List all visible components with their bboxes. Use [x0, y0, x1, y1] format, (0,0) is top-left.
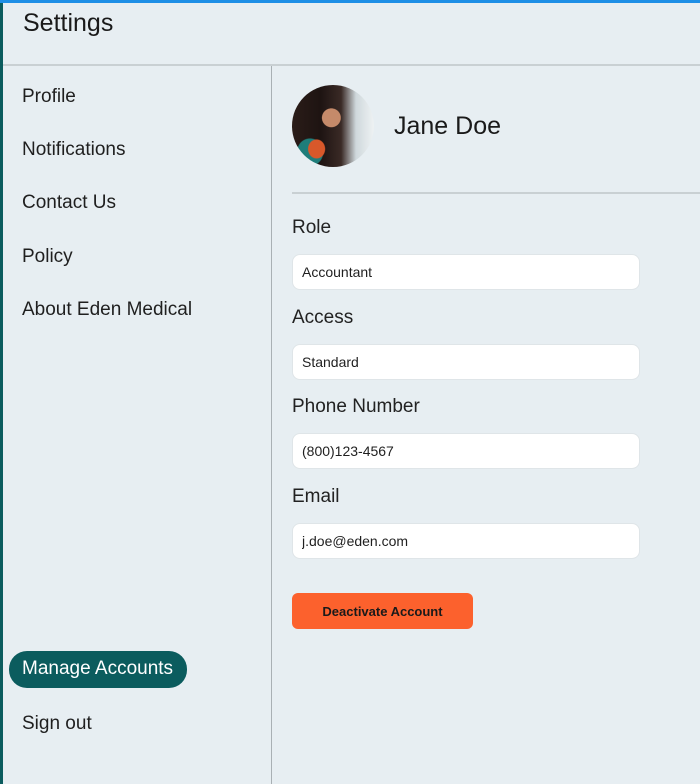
settings-sidebar: Profile Notifications Contact Us Policy …	[3, 66, 271, 784]
settings-header: Settings	[3, 3, 700, 64]
account-details-panel: Jane Doe Role Access Phone Number Email …	[272, 66, 700, 784]
avatar	[292, 85, 374, 167]
sidebar-item-contact-us[interactable]: Contact Us	[22, 192, 116, 214]
phone-label: Phone Number	[292, 396, 420, 417]
sidebar-item-manage-accounts[interactable]: Manage Accounts	[9, 651, 188, 688]
access-field[interactable]	[292, 344, 640, 380]
role-field[interactable]	[292, 254, 640, 290]
sidebar-item-about[interactable]: About Eden Medical	[22, 299, 192, 321]
sidebar-item-sign-out[interactable]: Sign out	[22, 713, 92, 735]
sidebar-item-profile[interactable]: Profile	[22, 86, 76, 108]
sidebar-item-notifications[interactable]: Notifications	[22, 139, 126, 161]
deactivate-account-button[interactable]: Deactivate Account	[292, 593, 473, 629]
profile-divider	[292, 192, 700, 194]
page-title: Settings	[23, 9, 114, 37]
role-label: Role	[292, 217, 332, 238]
email-label: Email	[292, 486, 340, 507]
email-field[interactable]	[292, 523, 640, 559]
sidebar-item-policy[interactable]: Policy	[22, 246, 73, 268]
phone-field[interactable]	[292, 433, 640, 469]
user-name: Jane Doe	[394, 112, 502, 140]
access-label: Access	[292, 307, 354, 328]
